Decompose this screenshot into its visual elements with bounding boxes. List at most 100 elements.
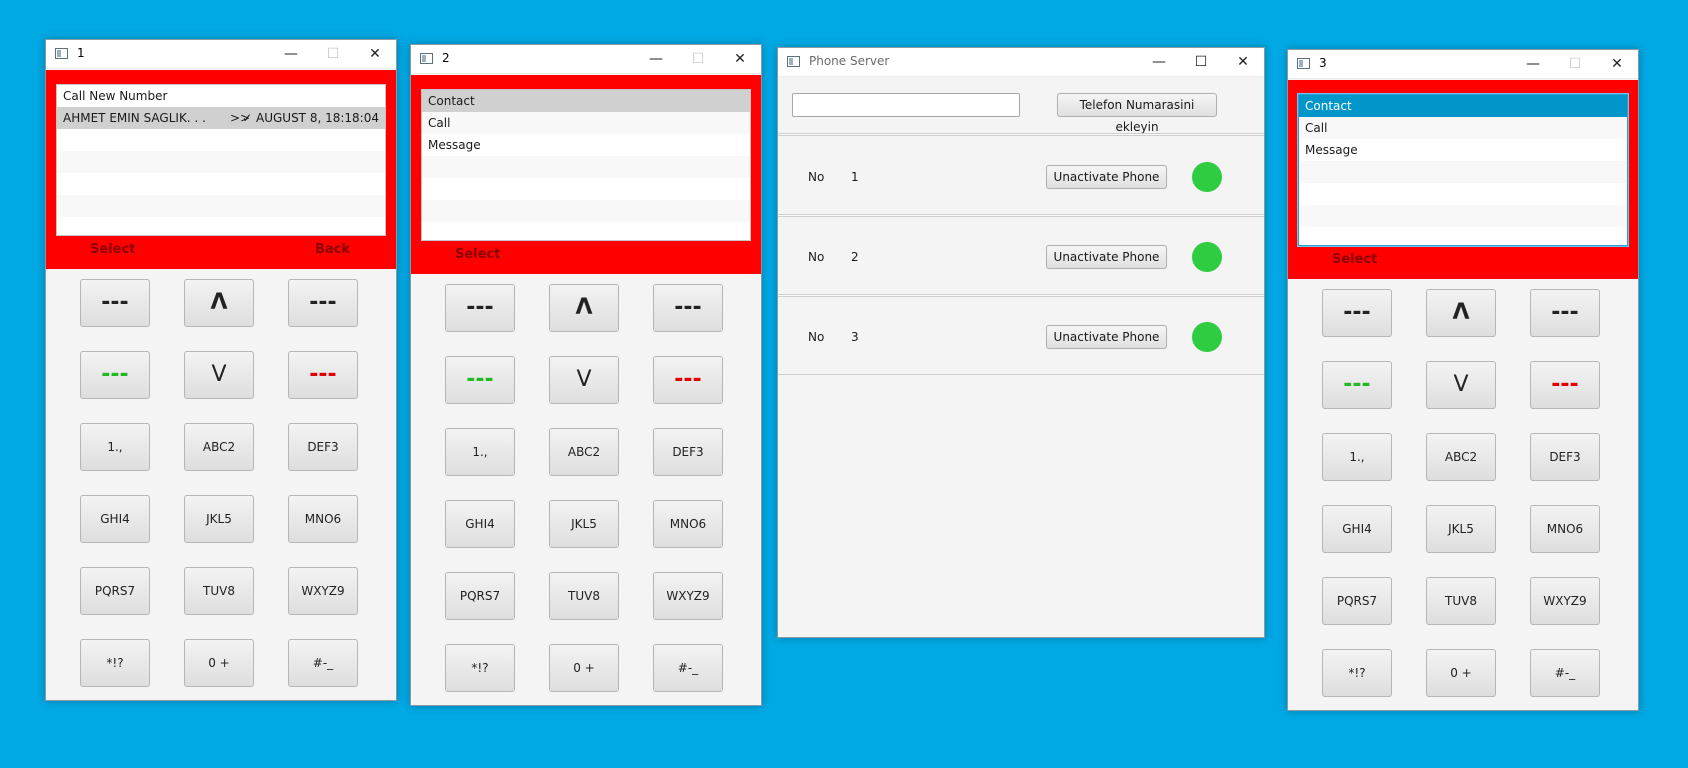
list-item-label: Call New Number (63, 89, 168, 103)
right-softkey-button[interactable]: --- (1530, 289, 1600, 337)
down-arrow-button[interactable]: V (184, 351, 254, 399)
keypad-key[interactable]: #-_ (1530, 649, 1600, 697)
call-button[interactable]: --- (445, 356, 515, 404)
keypad-key[interactable]: 1., (445, 428, 515, 476)
call-button[interactable]: --- (80, 351, 150, 399)
list-item-label: Contact (428, 94, 475, 108)
keypad-key[interactable]: 0 + (1426, 649, 1496, 697)
keypad-key[interactable]: PQRS7 (80, 567, 150, 615)
keypad-key[interactable]: MNO6 (1530, 505, 1600, 553)
unactivate-phone-button[interactable]: Unactivate Phone (1046, 245, 1167, 269)
keypad-key[interactable]: DEF3 (653, 428, 723, 476)
title-bar[interactable]: 1 — ☐ ✕ (46, 40, 396, 69)
keypad-key[interactable]: JKL5 (549, 500, 619, 548)
keypad-key[interactable]: *!? (445, 644, 515, 692)
title-bar[interactable]: 3 — ☐ ✕ (1288, 50, 1638, 79)
row-label: No (808, 170, 825, 184)
keypad-key[interactable]: PQRS7 (445, 572, 515, 620)
keypad-key[interactable]: 1., (80, 423, 150, 471)
maximize-icon[interactable]: ☐ (1180, 48, 1222, 76)
right-softkey-button[interactable]: --- (653, 284, 723, 332)
keypad-key[interactable]: MNO6 (653, 500, 723, 548)
close-icon[interactable]: ✕ (719, 45, 761, 73)
title-bar[interactable]: 2 — ☐ ✕ (411, 45, 761, 74)
end-call-button[interactable]: --- (1530, 361, 1600, 409)
keypad-key[interactable]: GHI4 (445, 500, 515, 548)
keypad-key[interactable]: 0 + (184, 639, 254, 687)
call-list[interactable]: Call New Number AHMET EMIN SAGLIK. . . >… (56, 84, 386, 236)
keypad-key[interactable]: GHI4 (80, 495, 150, 543)
end-call-button[interactable]: --- (653, 356, 723, 404)
left-softkey-button[interactable]: --- (445, 284, 515, 332)
keypad-key[interactable]: PQRS7 (1322, 577, 1392, 625)
window-title: 1 (77, 46, 85, 60)
keypad-key[interactable]: *!? (1322, 649, 1392, 697)
unactivate-phone-button[interactable]: Unactivate Phone (1046, 325, 1167, 349)
keypad-key[interactable]: DEF3 (288, 423, 358, 471)
select-softkey[interactable]: Select (455, 247, 500, 262)
status-indicator (1192, 322, 1222, 352)
keypad-key[interactable]: 1., (1322, 433, 1392, 481)
keypad-key[interactable]: JKL5 (184, 495, 254, 543)
empty-row (1299, 227, 1627, 245)
list-item[interactable]: Call (422, 112, 750, 134)
app-icon (55, 48, 68, 59)
left-softkey-button[interactable]: --- (1322, 289, 1392, 337)
app-icon (420, 53, 433, 64)
keypad-key[interactable]: DEF3 (1530, 433, 1600, 481)
keypad-key[interactable]: WXYZ9 (288, 567, 358, 615)
app-icon (1297, 58, 1310, 69)
list-item[interactable]: Contact (1299, 95, 1627, 117)
up-arrow-button[interactable]: Λ (549, 284, 619, 332)
list-item[interactable]: Call New Number (57, 85, 385, 107)
keypad-key[interactable]: TUV8 (1426, 577, 1496, 625)
keypad: --- Λ --- --- V --- 1., ABC2 DEF3 GHI4 JKL5 MNO6 PQR… (411, 274, 761, 705)
end-call-button[interactable]: --- (288, 351, 358, 399)
title-bar[interactable]: Phone Server — ☐ ✕ (778, 48, 1264, 77)
keypad-key[interactable]: MNO6 (288, 495, 358, 543)
close-icon[interactable]: ✕ (1596, 50, 1638, 78)
keypad-key[interactable]: TUV8 (549, 572, 619, 620)
phone-number-input[interactable] (792, 93, 1020, 117)
close-icon[interactable]: ✕ (354, 40, 396, 68)
keypad-key[interactable]: 0 + (549, 644, 619, 692)
keypad-key[interactable]: WXYZ9 (1530, 577, 1600, 625)
select-softkey[interactable]: Select (1332, 252, 1377, 267)
keypad-key[interactable]: ABC2 (1426, 433, 1496, 481)
up-arrow-button[interactable]: Λ (1426, 289, 1496, 337)
right-softkey-button[interactable]: --- (288, 279, 358, 327)
keypad-key[interactable]: ABC2 (184, 423, 254, 471)
down-arrow-button[interactable]: V (1426, 361, 1496, 409)
minimize-icon[interactable]: — (1512, 50, 1554, 78)
call-button[interactable]: --- (1322, 361, 1392, 409)
keypad-key[interactable]: JKL5 (1426, 505, 1496, 553)
divider (778, 294, 1264, 297)
list-item[interactable]: AHMET EMIN SAGLIK. . . >> ✓ AUGUST 8, 18… (57, 107, 385, 129)
phone-window-3: 3 — ☐ ✕ Contact Call Message Select --- Λ… (1287, 49, 1639, 711)
keypad-key[interactable]: WXYZ9 (653, 572, 723, 620)
list-item[interactable]: Call (1299, 117, 1627, 139)
minimize-icon[interactable]: — (270, 40, 312, 68)
keypad-key[interactable]: #-_ (653, 644, 723, 692)
minimize-icon[interactable]: — (1138, 48, 1180, 76)
minimize-icon[interactable]: — (635, 45, 677, 73)
keypad-key[interactable]: GHI4 (1322, 505, 1392, 553)
keypad-key[interactable]: *!? (80, 639, 150, 687)
keypad-key[interactable]: ABC2 (549, 428, 619, 476)
list-item[interactable]: Message (1299, 139, 1627, 161)
unactivate-phone-button[interactable]: Unactivate Phone (1046, 165, 1167, 189)
close-icon[interactable]: ✕ (1222, 48, 1264, 76)
menu-list[interactable]: Contact Call Message (421, 89, 751, 241)
add-phone-button[interactable]: Telefon Numarasini ekleyin (1057, 93, 1217, 134)
down-arrow-button[interactable]: V (549, 356, 619, 404)
select-softkey[interactable]: Select (90, 242, 135, 257)
left-softkey-button[interactable]: --- (80, 279, 150, 327)
keypad-key[interactable]: #-_ (288, 639, 358, 687)
keypad-key[interactable]: TUV8 (184, 567, 254, 615)
menu-list[interactable]: Contact Call Message (1298, 94, 1628, 246)
up-arrow-button[interactable]: Λ (184, 279, 254, 327)
empty-row (422, 222, 750, 240)
back-softkey[interactable]: Back (315, 242, 350, 257)
list-item[interactable]: Contact (422, 90, 750, 112)
list-item[interactable]: Message (422, 134, 750, 156)
